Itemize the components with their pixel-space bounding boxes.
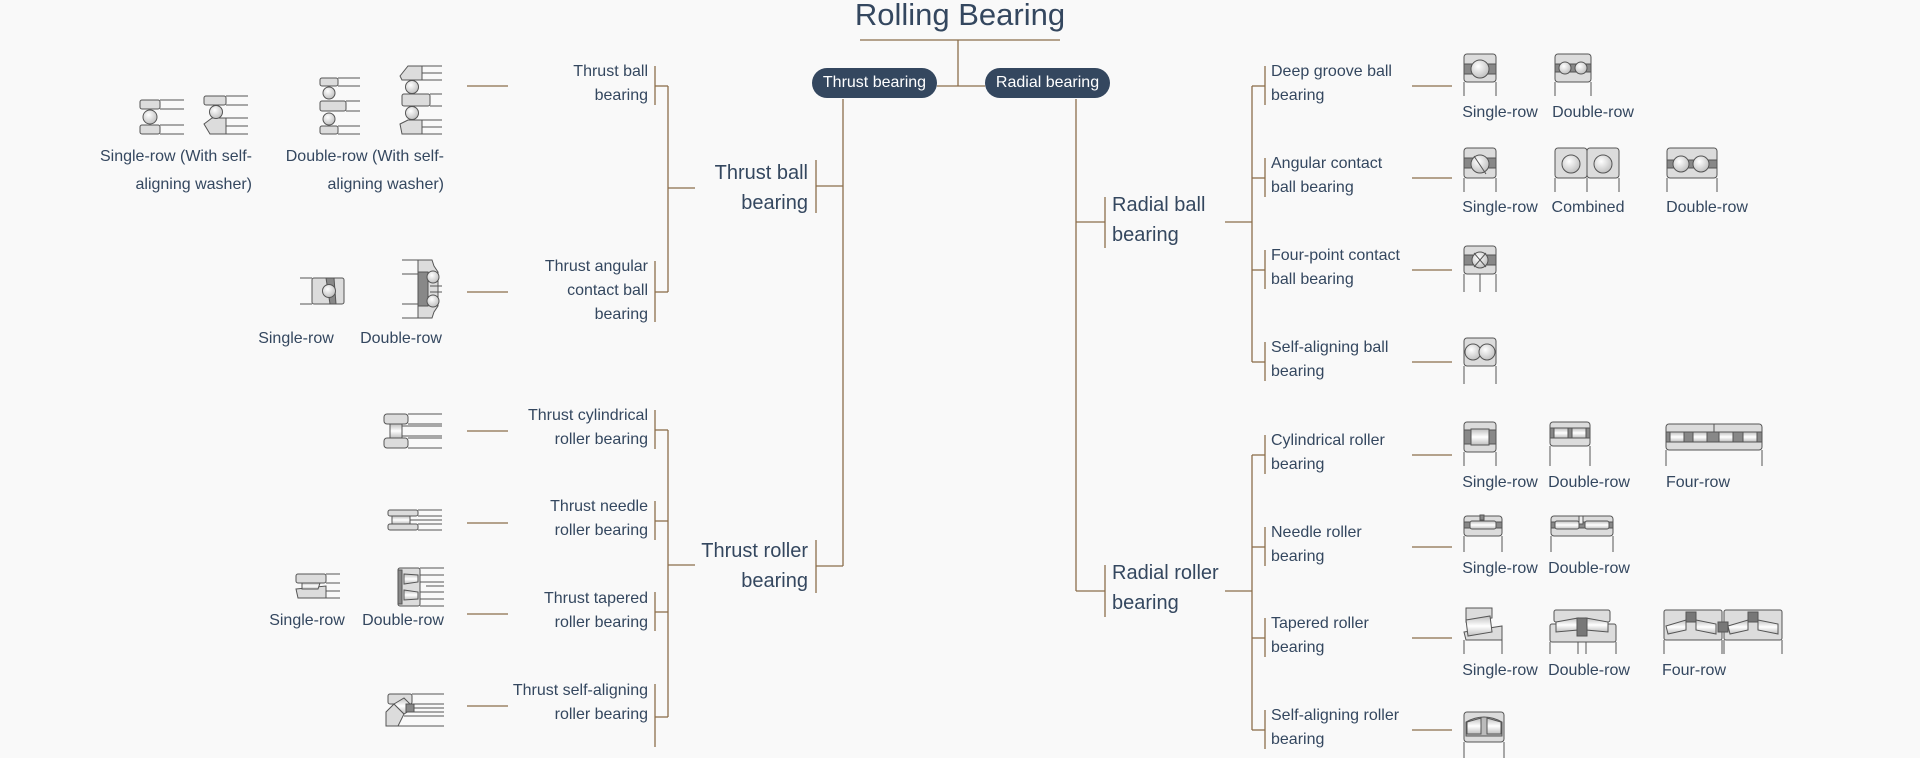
variant-caption: Single-row <box>269 612 345 629</box>
cylindrical-roller-single-row-icon <box>1463 421 1497 466</box>
node-radial-ball-bearing[interactable]: Radial ball bearing <box>1112 190 1222 250</box>
node-thrust-needle-roller[interactable]: Thrust needle roller bearing <box>520 495 648 543</box>
thrust-ball-double-row-washer-icon <box>319 77 360 135</box>
variant-caption: Single-row <box>1462 104 1538 121</box>
variant-caption: Single-row <box>1462 474 1538 491</box>
thrust-tapered-double-row-icon <box>397 567 444 607</box>
thrust-ball-single-row-washer-alt-icon <box>203 95 248 135</box>
angular-contact-combined-icon <box>1554 147 1620 192</box>
variant-caption: Four-row <box>1665 474 1730 491</box>
needle-roller-single-row-icon <box>1463 514 1503 552</box>
four-point-contact-ball-icon <box>1463 245 1497 292</box>
self-aligning-ball-icon <box>1463 337 1497 384</box>
variant-caption: Single-row <box>258 330 334 347</box>
node-radial-roller-bearing[interactable]: Radial roller bearing <box>1112 558 1232 618</box>
node-thrust-self-aligning-roller[interactable]: Thrust self-aligning roller bearing <box>510 679 648 727</box>
variant-caption: Double-row <box>1548 662 1630 679</box>
variant-caption: Double-row <box>1666 199 1748 216</box>
self-aligning-roller-icon <box>1463 711 1505 758</box>
cylindrical-roller-four-row-icon <box>1665 423 1763 466</box>
angular-contact-single-row-icon <box>1463 147 1497 192</box>
diagram-title: Rolling Bearing <box>854 0 1066 32</box>
variant-caption: Single-row (With self-aligning washer) <box>99 148 252 193</box>
variant-caption: Combined <box>1551 199 1625 216</box>
cylindrical-roller-double-row-icon <box>1549 421 1591 466</box>
variant-caption: Double-row <box>360 330 442 347</box>
thrust-tapered-single-row-icon <box>295 573 340 599</box>
deep-groove-double-row-icon <box>1554 53 1592 96</box>
variant-caption: Double-row (With self-aligning washer) <box>285 148 444 193</box>
tapered-roller-single-row-icon <box>1463 607 1503 654</box>
variant-caption: Double-row <box>362 612 444 629</box>
tapered-roller-double-row-icon <box>1549 609 1617 654</box>
thrust-self-aligning-roller-icon <box>385 693 444 727</box>
thrust-angular-contact-single-row-icon <box>300 277 345 305</box>
thrust-needle-roller-icon <box>387 509 442 531</box>
variant-caption: Four-row <box>1661 662 1726 679</box>
tapered-roller-four-row-icon <box>1663 609 1783 654</box>
node-self-aligning-roller[interactable]: Self-aligning roller bearing <box>1271 704 1411 752</box>
node-thrust-ball-bearing[interactable]: Thrust ball bearing <box>660 158 808 218</box>
variant-caption: Single-row <box>1462 199 1538 216</box>
node-self-aligning-ball[interactable]: Self-aligning ball bearing <box>1271 336 1401 384</box>
node-deep-groove-ball[interactable]: Deep groove ball bearing <box>1271 60 1401 108</box>
node-thrust-bearing[interactable]: Thrust bearing <box>812 68 937 98</box>
angular-contact-double-row-icon <box>1666 147 1718 192</box>
node-needle-roller[interactable]: Needle roller bearing <box>1271 521 1401 569</box>
variant-caption: Single-row <box>1462 662 1538 679</box>
node-cylindrical-roller[interactable]: Cylindrical roller bearing <box>1271 429 1406 477</box>
node-thrust-roller-bearing[interactable]: Thrust roller bearing <box>660 536 808 596</box>
variant-caption: Double-row <box>1548 560 1630 577</box>
node-thrust-cylindrical-roller[interactable]: Thrust cylindrical roller bearing <box>510 404 648 452</box>
node-radial-bearing[interactable]: Radial bearing <box>985 68 1110 98</box>
node-thrust-tapered-roller[interactable]: Thrust tapered roller bearing <box>520 587 648 635</box>
node-thrust-angular-contact-ball[interactable]: Thrust angular contact ball bearing <box>520 255 648 327</box>
thrust-angular-contact-double-row-icon <box>402 259 442 319</box>
thrust-cylindrical-roller-icon <box>383 413 442 449</box>
node-thrust-ball[interactable]: Thrust ball bearing <box>520 60 648 108</box>
node-angular-contact-ball[interactable]: Angular contact ball bearing <box>1271 152 1401 200</box>
variant-caption: Double-row <box>1548 474 1630 491</box>
needle-roller-double-row-icon <box>1550 515 1614 552</box>
variant-caption: Single-row <box>1462 560 1538 577</box>
deep-groove-single-row-icon <box>1463 53 1497 96</box>
node-four-point-contact-ball[interactable]: Four-point contact ball bearing <box>1271 244 1406 292</box>
variant-caption: Double-row <box>1552 104 1634 121</box>
thrust-ball-single-row-washer-icon <box>139 99 184 135</box>
node-tapered-roller[interactable]: Tapered roller bearing <box>1271 612 1401 660</box>
thrust-ball-double-row-washer-alt-icon <box>399 65 442 135</box>
